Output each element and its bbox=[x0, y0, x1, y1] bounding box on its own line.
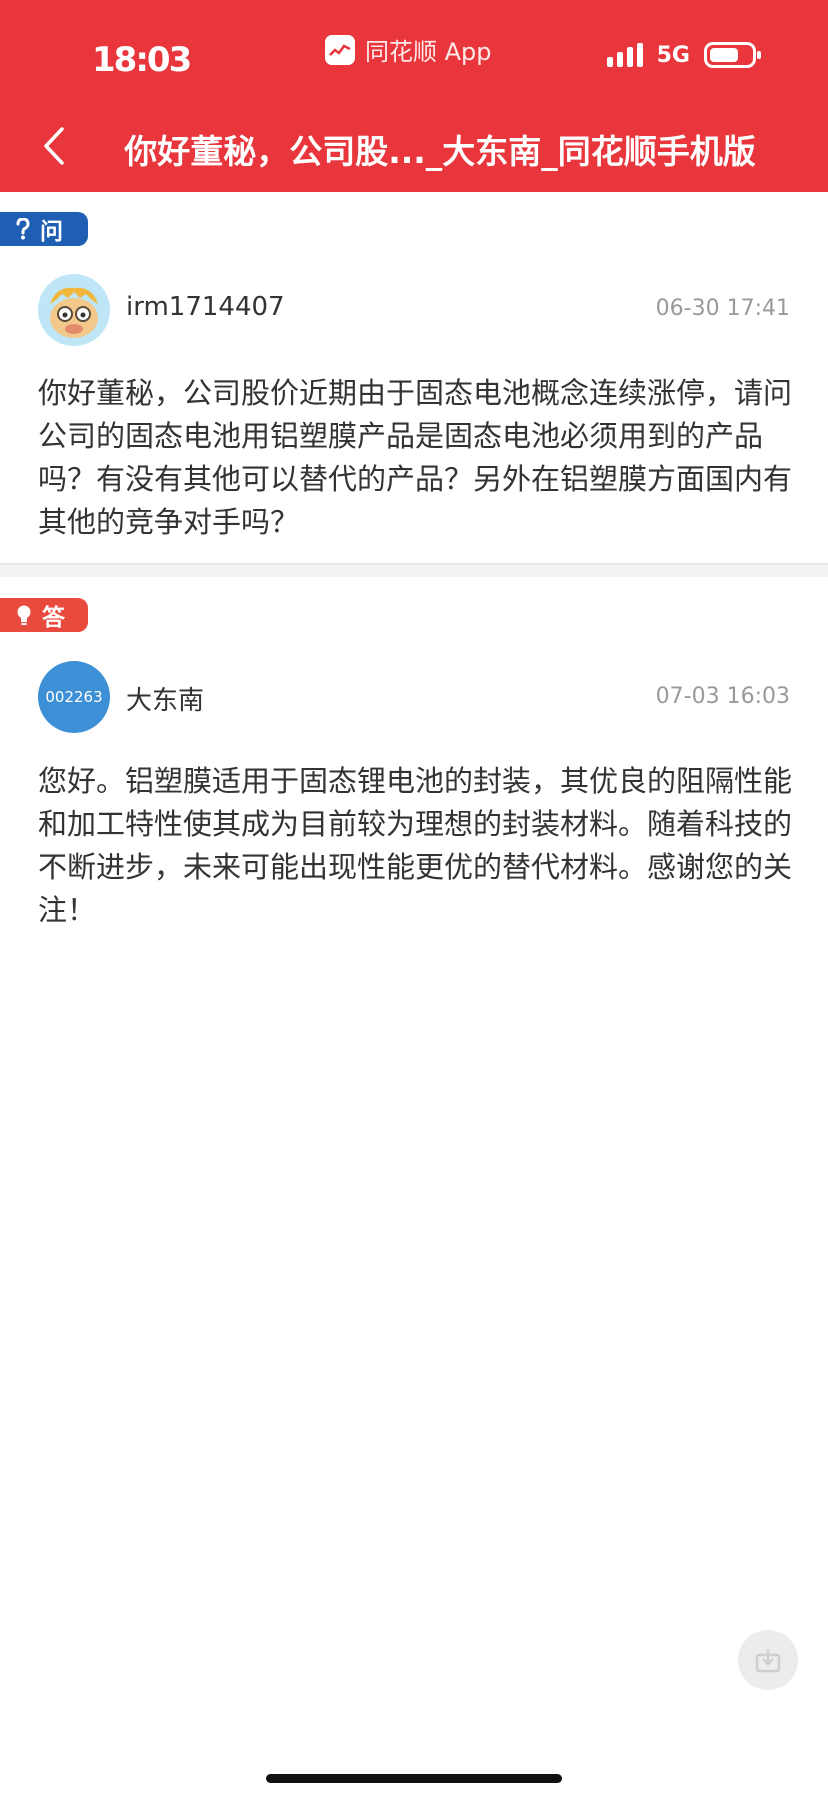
page-title: 你好董秘，公司股..._大东南_同花顺手机版 bbox=[124, 132, 756, 171]
battery-icon bbox=[704, 42, 761, 68]
question-badge-label: 问 bbox=[40, 219, 63, 245]
company-avatar[interactable]: 002263 bbox=[38, 661, 110, 733]
answer-text: 您好。铝塑膜适用于固态锂电池的封装，其优良的阻隔性能和加工特性使其成为目前较为理… bbox=[38, 764, 793, 927]
lightbulb-icon bbox=[17, 605, 31, 625]
question-timestamp: 06-30 17:41 bbox=[655, 296, 790, 321]
app-logo-icon bbox=[325, 34, 355, 65]
answer-username[interactable]: 大东南 bbox=[126, 680, 204, 717]
download-icon bbox=[755, 1649, 781, 1673]
answer-badge: 答 bbox=[0, 598, 88, 632]
status-app-indicator[interactable]: 同花顺 App bbox=[325, 32, 492, 67]
cartoon-avatar-icon bbox=[38, 274, 110, 346]
chevron-left-icon bbox=[44, 127, 64, 165]
answer-badge-label: 答 bbox=[42, 605, 65, 631]
status-time: 18:03 bbox=[92, 40, 192, 80]
section-divider bbox=[0, 563, 828, 577]
network-label: 5G bbox=[656, 42, 690, 68]
home-indicator[interactable] bbox=[266, 1774, 562, 1783]
question-text: 你好董秘，公司股价近期由于固态电池概念连续涨停，请问公司的固态电池用铝塑膜产品是… bbox=[38, 376, 793, 539]
question-mark-icon bbox=[16, 218, 30, 240]
download-button[interactable] bbox=[738, 1630, 798, 1690]
avatar[interactable] bbox=[38, 274, 110, 346]
company-avatar-code: 002263 bbox=[45, 688, 103, 706]
back-button[interactable] bbox=[32, 118, 76, 174]
status-indicators: 5G bbox=[606, 42, 761, 68]
status-app-label: 同花顺 App bbox=[365, 38, 492, 66]
question-username[interactable]: irm1714407 bbox=[126, 292, 285, 322]
app-header: 18:03 同花顺 App 5G 你好董秘，公司股..._大东南_同花顺手机版 bbox=[0, 0, 828, 192]
answer-timestamp: 07-03 16:03 bbox=[655, 684, 790, 709]
question-badge: 问 bbox=[0, 212, 88, 246]
signal-icon bbox=[606, 43, 643, 67]
